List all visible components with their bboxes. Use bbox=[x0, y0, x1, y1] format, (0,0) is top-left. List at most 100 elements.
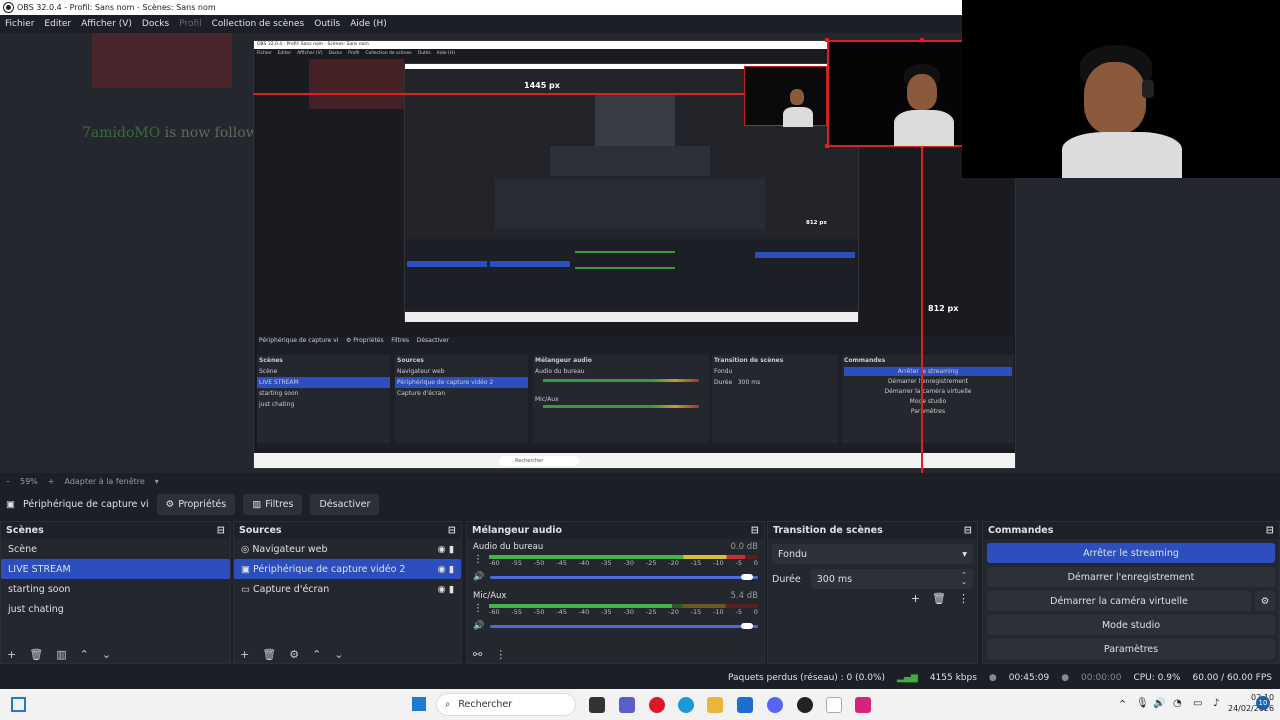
more-icon[interactable]: ⋮ bbox=[495, 648, 506, 661]
speaker-icon[interactable]: 🔊 bbox=[1153, 698, 1165, 709]
duration-spinbox[interactable]: 300 ms ⌃ ⌄ bbox=[810, 569, 973, 589]
volume-slider[interactable] bbox=[490, 622, 758, 629]
chevron-down-icon[interactable]: ⌄ bbox=[334, 648, 343, 661]
eye-icon[interactable]: ◉ bbox=[437, 564, 445, 575]
filters-button[interactable]: ▥ Filtres bbox=[243, 494, 303, 515]
meter-tick-label: -35 bbox=[601, 559, 612, 567]
mixer-track: Audio du bureau 0.0 dB ⋮ -60 -55 -50 -45 -40 -35… bbox=[467, 539, 764, 588]
opera-icon[interactable] bbox=[649, 697, 665, 713]
chevron-down-icon[interactable]: ▾ bbox=[155, 477, 159, 486]
zoom-in-button[interactable]: + bbox=[48, 477, 55, 486]
source-item[interactable]: ▭ Capture d'écran ◉ ▮ bbox=[234, 579, 461, 599]
start-recording-button[interactable]: Démarrer l'enregistrement bbox=[987, 567, 1275, 587]
chevron-down-icon[interactable]: ⌄ bbox=[102, 648, 111, 661]
instagram-icon[interactable] bbox=[855, 697, 871, 713]
chevron-up-icon[interactable]: ⌃ bbox=[312, 648, 321, 661]
add-icon[interactable]: + bbox=[7, 648, 16, 661]
obs-logo-icon bbox=[4, 3, 13, 12]
meter-tick-label: -30 bbox=[623, 559, 635, 567]
start-virtual-camera-button[interactable]: Démarrer la caméra virtuelle bbox=[987, 591, 1251, 611]
dock-menu-icon[interactable]: ⊟ bbox=[1266, 525, 1274, 536]
edge-icon[interactable] bbox=[678, 697, 694, 713]
spin-arrows-icon[interactable]: ⌃ ⌄ bbox=[961, 572, 967, 586]
discord-icon[interactable] bbox=[767, 697, 783, 713]
more-icon[interactable]: ⋮ bbox=[473, 604, 483, 614]
meter-tick-label: -25 bbox=[645, 608, 657, 616]
dock-menu-icon[interactable]: ⊟ bbox=[751, 525, 759, 536]
widgets-icon[interactable] bbox=[11, 697, 26, 712]
windows-start-icon[interactable] bbox=[412, 697, 426, 711]
speaker-icon[interactable]: 🔊 bbox=[473, 621, 484, 631]
scene-item-selected[interactable]: LIVE STREAM bbox=[1, 559, 230, 579]
stop-streaming-button[interactable]: Arrêter le streaming bbox=[987, 543, 1275, 563]
add-icon[interactable]: + bbox=[240, 648, 249, 661]
cpu-usage: CPU: 0.9% bbox=[1133, 673, 1181, 683]
source-label: Périphérique de capture vidéo 2 bbox=[253, 563, 406, 575]
speaker-icon[interactable]: 🔊 bbox=[473, 572, 484, 582]
settings-button[interactable]: Paramètres bbox=[987, 639, 1275, 659]
chevron-up-icon[interactable]: ⌃ bbox=[80, 648, 89, 661]
menu-fichier[interactable]: Fichier bbox=[5, 19, 34, 29]
dock-menu-icon[interactable]: ⊟ bbox=[964, 525, 972, 536]
folder-icon[interactable] bbox=[707, 697, 723, 713]
menu-afficher[interactable]: Afficher (V) bbox=[81, 19, 132, 29]
menu-outils[interactable]: Outils bbox=[314, 19, 340, 29]
more-icon[interactable]: ⋮ bbox=[958, 592, 969, 605]
meter-tick-label: -25 bbox=[645, 559, 657, 567]
battery-icon[interactable]: ▭ bbox=[1193, 698, 1202, 709]
scene-item[interactable]: just chating bbox=[1, 599, 230, 619]
trash-icon[interactable]: 🗑 bbox=[262, 648, 276, 661]
source-item-selected[interactable]: ▣ Périphérique de capture vidéo 2 ◉ ▮ bbox=[234, 559, 461, 579]
properties-button[interactable]: ⚙ Propriétés bbox=[156, 494, 236, 515]
menu-collection[interactable]: Collection de scènes bbox=[212, 19, 305, 29]
teams-icon[interactable] bbox=[619, 697, 635, 713]
store-icon[interactable] bbox=[737, 697, 753, 713]
source-item[interactable]: ◎ Navigateur web ◉ ▮ bbox=[234, 539, 461, 559]
add-icon[interactable]: + bbox=[911, 592, 920, 605]
menu-aide[interactable]: Aide (H) bbox=[350, 19, 387, 29]
obs-icon[interactable] bbox=[797, 697, 813, 713]
gear-icon[interactable]: ⚙ bbox=[1255, 591, 1275, 611]
taskbar-search[interactable]: ⌕ Rechercher bbox=[436, 693, 576, 716]
deactivate-button[interactable]: Désactiver bbox=[310, 494, 380, 515]
dock-menu-icon[interactable]: ⊟ bbox=[448, 525, 456, 536]
notification-badge[interactable]: 10 bbox=[1256, 696, 1270, 710]
microphone-icon[interactable]: 🎙 bbox=[1136, 698, 1149, 709]
volume-slider[interactable] bbox=[490, 573, 758, 580]
trash-icon[interactable]: 🗑 bbox=[932, 592, 946, 605]
volume-knob[interactable] bbox=[740, 573, 753, 580]
trash-icon[interactable]: 🗑 bbox=[29, 648, 43, 661]
filter-icon[interactable]: ▥ bbox=[56, 648, 66, 661]
tray-chevron-up-icon[interactable]: ⌃ bbox=[1118, 698, 1127, 711]
status-bar: Paquets perdus (réseau) : 0 (0.0%) ▂▄▆ 4… bbox=[0, 668, 1280, 688]
scene-label: LIVE STREAM bbox=[8, 563, 71, 575]
zoom-bar: – 59% + Adapter à la fenêtre ▾ bbox=[0, 473, 1280, 489]
zoom-mode[interactable]: Adapter à la fenêtre bbox=[64, 477, 144, 486]
studio-mode-button[interactable]: Mode studio bbox=[987, 615, 1275, 635]
link-icon[interactable]: ⚯ bbox=[473, 648, 482, 661]
lock-icon[interactable]: ▮ bbox=[449, 584, 454, 595]
headset-icon bbox=[1142, 80, 1154, 98]
menu-editer[interactable]: Editer bbox=[44, 19, 71, 29]
volume-knob[interactable] bbox=[740, 622, 753, 629]
zoom-out-button[interactable]: – bbox=[6, 477, 10, 486]
file-icon[interactable] bbox=[826, 697, 842, 713]
eye-icon[interactable]: ◉ bbox=[437, 544, 445, 555]
gear-icon[interactable]: ⚙ bbox=[289, 648, 299, 661]
transition-select[interactable]: Fondu ▾ bbox=[772, 544, 973, 564]
lock-icon[interactable]: ▮ bbox=[449, 544, 454, 555]
sound-icon[interactable]: ♪ bbox=[1213, 698, 1219, 709]
menu-profil[interactable]: Profil bbox=[179, 19, 201, 29]
more-icon[interactable]: ⋮ bbox=[473, 555, 483, 565]
monitor-icon: ▭ bbox=[241, 583, 250, 595]
mixer-track: Mic/Aux 5.4 dB ⋮ -60 -55 -50 -45 -40 -35 -30 -25 -2… bbox=[467, 588, 764, 637]
menu-docks[interactable]: Docks bbox=[142, 19, 169, 29]
wifi-icon[interactable]: ◔ bbox=[1173, 698, 1182, 709]
taskview-icon[interactable] bbox=[589, 697, 605, 713]
lock-icon[interactable]: ▮ bbox=[449, 564, 454, 575]
dock-menu-icon[interactable]: ⊟ bbox=[217, 525, 225, 536]
dropped-frames: Paquets perdus (réseau) : 0 (0.0%) bbox=[727, 673, 886, 683]
scene-item[interactable]: starting soon bbox=[1, 579, 230, 599]
eye-icon[interactable]: ◉ bbox=[437, 584, 445, 595]
scene-item[interactable]: Scène bbox=[1, 539, 230, 559]
